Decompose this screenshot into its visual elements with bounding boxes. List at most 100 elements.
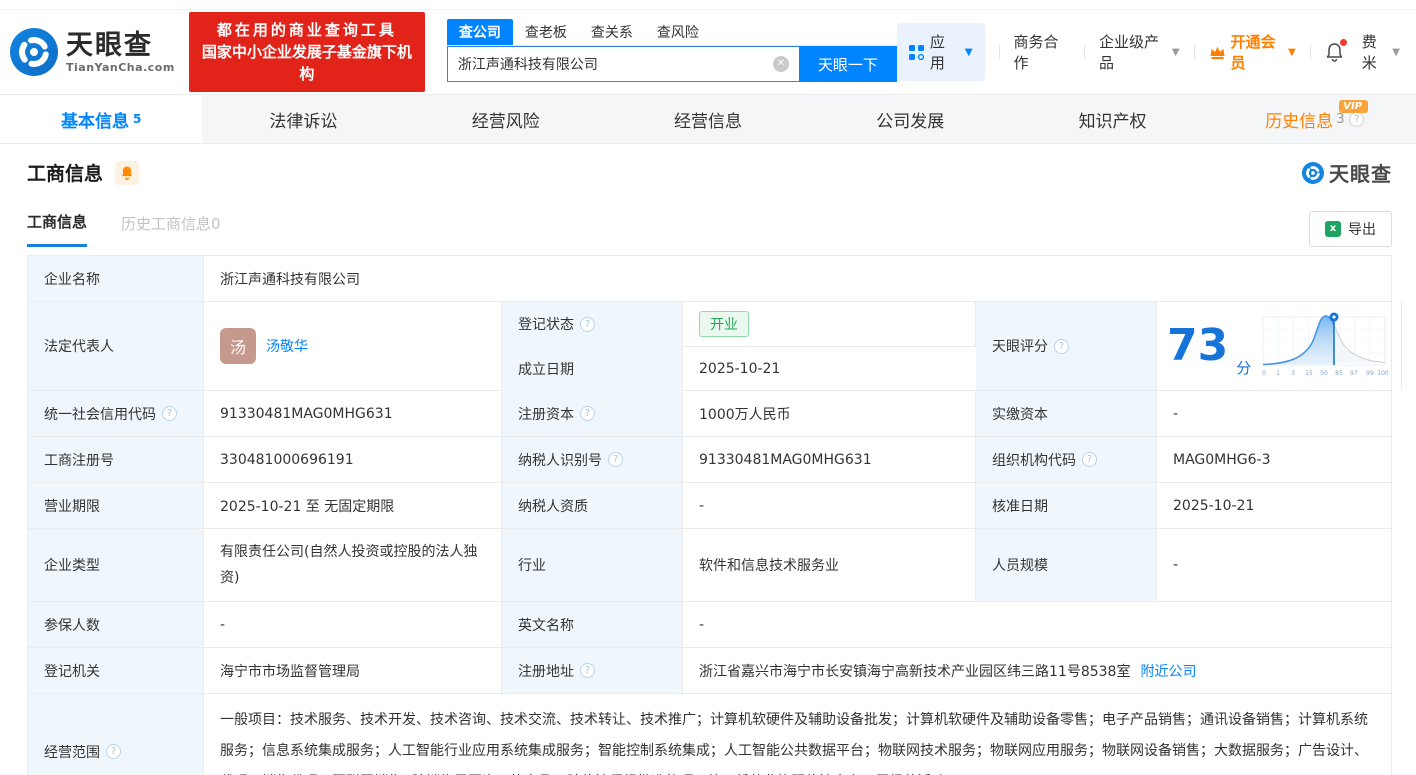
page: 天眼查 TianYanCha.com 都在用的商业查询工具 国家中小企业发展子基… (0, 0, 1416, 775)
legal-rep-cell: 汤 汤敬华 (204, 302, 502, 390)
tab-operation-risk[interactable]: 经营风险 (405, 95, 607, 143)
company-type-label: 企业类型 (28, 529, 204, 601)
score-label: 天眼评分 ? (976, 302, 1157, 390)
search-area: 查公司 查老板 查关系 查风险 浙江声通科技有限公司 ✕ 天眼一下 (447, 22, 897, 82)
search-input[interactable]: 浙江声通科技有限公司 ✕ (447, 46, 799, 82)
est-date-value: 2025-10-21 (683, 346, 976, 391)
table-row: 法定代表人 汤 汤敬华 登记状态 ? 开业 天眼评分 ? 73 (28, 302, 1391, 391)
company-name-label: 企业名称 (28, 256, 204, 301)
help-icon[interactable]: ? (580, 406, 595, 421)
tab-operation-info[interactable]: 经营信息 (607, 95, 809, 143)
help-icon[interactable]: ? (1082, 452, 1097, 467)
subtabs: 工商信息 历史工商信息0 x 导出 (27, 211, 1392, 247)
taxpayer-id-label: 纳税人识别号 ? (502, 437, 683, 482)
table-row: 工商注册号 330481000696191 纳税人识别号 ? 91330481M… (28, 437, 1391, 483)
reg-status-label: 登记状态 ? (502, 302, 683, 347)
label-text: 纳税人识别号 (518, 450, 602, 470)
reg-status-value: 开业 (683, 302, 976, 347)
nav-vip-label: 开通会员 (1231, 31, 1286, 73)
label-text: 统一社会信用代码 (44, 404, 156, 424)
tab-company-development[interactable]: 公司发展 (809, 95, 1011, 143)
tianyancha-logo[interactable]: 天眼查 TianYanCha.com (10, 28, 175, 76)
svg-text:100: 100 (1378, 370, 1390, 377)
help-icon[interactable]: ? (1054, 339, 1069, 354)
avatar: 汤 (220, 328, 256, 364)
nearby-companies-link[interactable]: 附近公司 (1140, 661, 1196, 681)
watermark-logo-icon (1302, 162, 1324, 184)
label-text: 天眼评分 (992, 336, 1048, 356)
table-row: 企业名称 浙江声通科技有限公司 (28, 256, 1391, 302)
nav-open-vip[interactable]: 开通会员 ▼ (1209, 31, 1296, 73)
chevron-down-icon: ▼ (1172, 47, 1180, 58)
nav-cooperation[interactable]: 商务合作 (1014, 31, 1070, 73)
watermark-text: 天眼查 (1329, 158, 1392, 187)
main-tabs: 基本信息 5 法律诉讼 经营风险 经营信息 公司发展 知识产权 VIP 历史信息… (0, 94, 1416, 144)
score-value: 73 (1167, 324, 1228, 368)
svg-text:85: 85 (1335, 370, 1343, 377)
credit-code-label: 统一社会信用代码 ? (28, 391, 204, 436)
tab-label: 公司发展 (876, 107, 944, 132)
help-icon[interactable]: ? (1349, 112, 1364, 127)
promo-line1: 都在用的商业查询工具 (199, 19, 415, 41)
apps-grid-icon (909, 45, 924, 60)
legal-rep-link[interactable]: 汤敬华 (266, 336, 308, 356)
user-menu[interactable]: 费米 ▼ (1362, 31, 1400, 73)
search-tab-boss[interactable]: 查老板 (513, 19, 579, 45)
biz-term-value: 2025-10-21 至 无固定期限 (204, 483, 502, 528)
reg-address-text: 浙江省嘉兴市海宁市长安镇海宁高新技术产业园区纬三路11号8538室 (699, 661, 1130, 681)
apps-menu[interactable]: 应用 ▼ (897, 23, 985, 81)
table-row: 经营范围 ? 一般项目：技术服务、技术开发、技术咨询、技术交流、技术转让、技术推… (28, 694, 1391, 775)
watermark-logo: 天眼查 (1302, 158, 1392, 187)
clear-icon[interactable]: ✕ (773, 56, 789, 72)
help-icon[interactable]: ? (580, 317, 595, 332)
search-tab-risk[interactable]: 查风险 (645, 19, 711, 45)
subtab-history-business-info[interactable]: 历史工商信息0 (121, 213, 221, 246)
help-icon[interactable]: ? (106, 744, 121, 759)
chevron-down-icon: ▼ (965, 47, 973, 58)
search-tab-company[interactable]: 查公司 (447, 19, 513, 45)
label-text: 注册资本 (518, 404, 574, 424)
search-tab-relation[interactable]: 查关系 (579, 19, 645, 45)
top-strip (0, 0, 1416, 10)
table-row: 营业期限 2025-10-21 至 无固定期限 纳税人资质 - 核准日期 202… (28, 483, 1391, 529)
label-text: 经营范围 (44, 742, 100, 762)
divider (1310, 45, 1311, 59)
tab-legal-litigation[interactable]: 法律诉讼 (202, 95, 404, 143)
nav-enterprise-products[interactable]: 企业级产品 ▼ (1099, 31, 1180, 73)
table-row: 参保人数 - 英文名称 - (28, 602, 1391, 648)
status-badge: 开业 (699, 311, 749, 337)
table-row: 统一社会信用代码 ? 91330481MAG0MHG631 注册资本 ? 100… (28, 391, 1391, 437)
header-nav: 应用 ▼ 商务合作 企业级产品 ▼ 开通会员 ▼ (897, 23, 1400, 81)
subtab-business-info[interactable]: 工商信息 (27, 211, 87, 247)
help-icon[interactable]: ? (608, 452, 623, 467)
apps-label: 应用 (930, 31, 956, 73)
reg-number-value: 330481000696191 (204, 437, 502, 482)
staff-size-label: 人员规模 (976, 529, 1157, 601)
search-button[interactable]: 天眼一下 (799, 46, 897, 82)
svg-text:3: 3 (1291, 370, 1295, 377)
brand-domain: TianYanCha.com (66, 62, 175, 73)
tab-history-info[interactable]: VIP 历史信息 3 ? (1214, 95, 1416, 143)
svg-text:15: 15 (1305, 370, 1313, 377)
notification-bell[interactable] (1325, 42, 1344, 62)
divider (1084, 45, 1085, 59)
header: 天眼查 TianYanCha.com 都在用的商业查询工具 国家中小企业发展子基… (0, 10, 1416, 94)
org-code-label: 组织机构代码 ? (976, 437, 1157, 482)
notification-dot (1340, 39, 1347, 46)
help-icon[interactable]: ? (580, 663, 595, 678)
score-unit: 分 (1236, 357, 1251, 378)
tab-label: 经营风险 (472, 107, 540, 132)
score-cell: 73 分 (1157, 302, 1402, 390)
tab-intellectual-property[interactable]: 知识产权 (1011, 95, 1213, 143)
insured-count-value: - (204, 602, 502, 647)
content: 工商信息 天眼查 工商信息 历史工商信息0 x 导出 (0, 144, 1416, 775)
tab-basic-info[interactable]: 基本信息 5 (0, 95, 202, 143)
divider (999, 45, 1000, 59)
export-button[interactable]: x 导出 (1309, 211, 1392, 247)
industry-label: 行业 (502, 529, 683, 601)
help-icon[interactable]: ? (162, 406, 177, 421)
subscribe-bell-icon[interactable] (115, 161, 139, 185)
chevron-down-icon: ▼ (1288, 47, 1296, 58)
svg-text:97: 97 (1350, 370, 1358, 377)
chevron-down-icon: ▼ (1392, 47, 1400, 58)
